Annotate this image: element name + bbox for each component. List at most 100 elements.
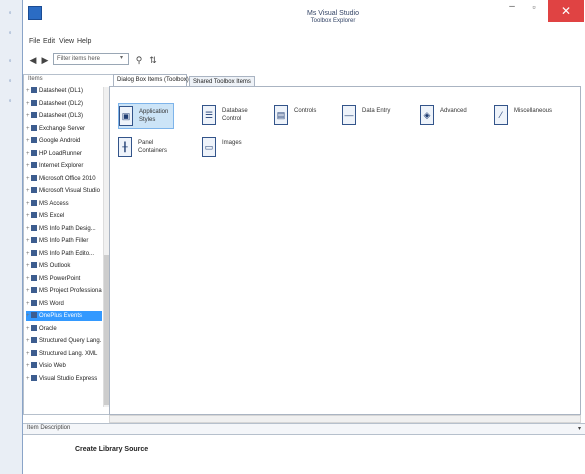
tree-item-label: MS Excel xyxy=(39,213,65,219)
tree-item-label: Datasheet (DL1) xyxy=(39,88,84,94)
tree-item-label: Datasheet (DL3) xyxy=(39,113,84,119)
tree-item[interactable]: + Microsoft Office 2010 xyxy=(26,174,102,184)
tree-item[interactable]: + HP LoadRunner xyxy=(26,149,102,159)
tree-item[interactable]: + MS Info Path Desig... xyxy=(26,224,102,234)
tool-label: Data Entry xyxy=(362,108,391,114)
panel-icon: ╂ xyxy=(118,137,132,157)
tree-item[interactable]: + MS Project Professional xyxy=(26,286,102,296)
tree-item[interactable]: + MS PowerPoint xyxy=(26,274,102,284)
tree-item[interactable]: + MS Excel xyxy=(26,211,102,221)
desktop-icon: ◦ xyxy=(8,76,12,85)
menu-help[interactable]: Help xyxy=(77,38,91,45)
misc-icon: ⁄ xyxy=(494,105,508,125)
maximize-button[interactable]: ▫ xyxy=(523,0,545,16)
tree-item[interactable]: + Visio Web xyxy=(26,361,102,371)
folder-icon xyxy=(31,374,37,381)
forward-button[interactable]: ▶ xyxy=(39,54,51,66)
tree-item-label: MS Info Path Edito... xyxy=(39,250,95,257)
close-button[interactable]: ✕ xyxy=(548,0,584,22)
tree-item[interactable]: + MS Word xyxy=(26,299,102,309)
tree-item-label: Google Android xyxy=(39,138,81,144)
menu-view[interactable]: View xyxy=(59,38,74,45)
folder-icon xyxy=(31,274,37,281)
folder-icon xyxy=(31,249,37,256)
advanced-icon: ◈ xyxy=(420,105,434,125)
tree-item[interactable]: + MS Access xyxy=(26,199,102,209)
tool-item[interactable]: ◈ Advanced xyxy=(420,103,476,129)
tree-item-label: HP LoadRunner xyxy=(39,150,82,157)
folder-icon xyxy=(31,199,37,206)
tool-label: Panel Containers xyxy=(138,140,168,154)
tree-header: Items xyxy=(28,76,43,82)
tree-item-label: Datasheet (DL2) xyxy=(39,100,84,107)
tree-item-label: MS Info Path Filler xyxy=(39,238,89,244)
find-button[interactable]: ⚲ xyxy=(133,54,145,66)
tree-item-label: MS Project Professional xyxy=(39,288,102,294)
folder-icon xyxy=(31,324,37,331)
tool-item[interactable]: — Data Entry xyxy=(342,103,398,129)
database-icon: ☰ xyxy=(202,105,216,125)
tree-item[interactable]: + Google Android xyxy=(26,136,102,146)
app-icon xyxy=(28,6,42,20)
horizontal-scrollbar[interactable] xyxy=(109,415,581,423)
tree-item[interactable]: + Datasheet (DL2) xyxy=(26,99,102,109)
tool-label: Database Control xyxy=(222,108,248,122)
toolbox-panel: ▣ Application Styles ☰ Database Control ▤ Con… xyxy=(109,86,581,415)
tree-item[interactable]: + Datasheet (DL1) xyxy=(26,86,102,96)
desktop-icon: ◦ xyxy=(8,56,12,65)
tree-item[interactable]: + Internet Explorer xyxy=(26,161,102,171)
tree-item-label: Exchange Server xyxy=(39,125,86,132)
tree-item[interactable]: + MS Info Path Edito... xyxy=(26,249,102,259)
tool-label: Miscellaneous xyxy=(514,108,553,114)
tool-label: Advanced xyxy=(440,108,467,114)
tree-item[interactable]: + Visual Studio Express xyxy=(26,374,102,384)
tree-item-label: Microsoft Visual Studio xyxy=(39,188,100,194)
tree-item[interactable]: + Oracle xyxy=(26,324,102,334)
sort-button[interactable]: ⇅ xyxy=(147,54,159,66)
tree-item-label: OnePlus Events xyxy=(39,313,83,319)
minimize-button[interactable]: – xyxy=(501,0,523,16)
tool-item[interactable]: ▭ Images xyxy=(202,135,252,161)
tree-panel: Items + Datasheet (DL1) + Datasheet (DL2) + D… xyxy=(23,74,117,415)
folder-icon xyxy=(31,337,37,344)
chevron-down-icon[interactable]: ▾ xyxy=(120,54,128,64)
data-entry-icon: — xyxy=(342,105,356,125)
window-title: Ms Visual Studio xyxy=(306,10,359,17)
tool-item[interactable]: ▤ Controls xyxy=(274,103,324,129)
tree-item[interactable]: + Microsoft Visual Studio xyxy=(26,186,102,196)
search-input[interactable]: Filter items here xyxy=(53,53,129,65)
tree-item[interactable]: + OnePlus Events xyxy=(26,311,102,321)
tree-item-label: Internet Explorer xyxy=(39,163,84,169)
desktop-icon: ◦ xyxy=(8,96,12,105)
tool-item[interactable]: ☰ Database Control xyxy=(202,103,252,129)
folder-icon xyxy=(31,137,37,144)
title-bar: Ms Visual Studio Toolbox Explorer – ▫ ✕ xyxy=(23,0,585,34)
folder-icon xyxy=(31,237,37,244)
tree-item[interactable]: + Structured Query Lang. xyxy=(26,336,102,346)
tree-item[interactable]: + MS Outlook xyxy=(26,261,102,271)
menu-file[interactable]: File xyxy=(29,38,40,45)
tool-item[interactable]: ╂ Panel Containers xyxy=(118,135,178,161)
folder-icon xyxy=(31,162,37,169)
folder-icon xyxy=(31,262,37,269)
menu-edit[interactable]: Edit xyxy=(43,38,55,45)
tool-item[interactable]: ▣ Application Styles xyxy=(118,103,174,129)
main-window: Ms Visual Studio Toolbox Explorer – ▫ ✕ … xyxy=(22,0,585,474)
tool-item[interactable]: ⁄ Miscellaneous xyxy=(494,103,564,129)
tree-item[interactable]: + Datasheet (DL3) xyxy=(26,111,102,121)
tree-item-label: Visio Web xyxy=(39,363,66,369)
folder-icon xyxy=(31,124,37,131)
folder-icon xyxy=(31,349,37,356)
tree-item[interactable]: + MS Info Path Filler xyxy=(26,236,102,246)
back-button[interactable]: ◀ xyxy=(27,54,39,66)
tree-item-label: MS Outlook xyxy=(39,263,71,269)
tree-item-label: MS Info Path Desig... xyxy=(39,225,96,232)
folder-icon xyxy=(31,224,37,231)
tree-item[interactable]: + Structured Lang. XML xyxy=(26,349,102,359)
description-bar: Item Description ▾ xyxy=(23,423,585,435)
tree-item[interactable]: + Exchange Server xyxy=(26,124,102,134)
tab-strip: Dialog Box Items (Toolbox) Shared Toolbo… xyxy=(109,74,581,87)
folder-icon xyxy=(31,287,37,294)
chevron-down-icon[interactable]: ▾ xyxy=(578,425,581,432)
images-icon: ▭ xyxy=(202,137,216,157)
